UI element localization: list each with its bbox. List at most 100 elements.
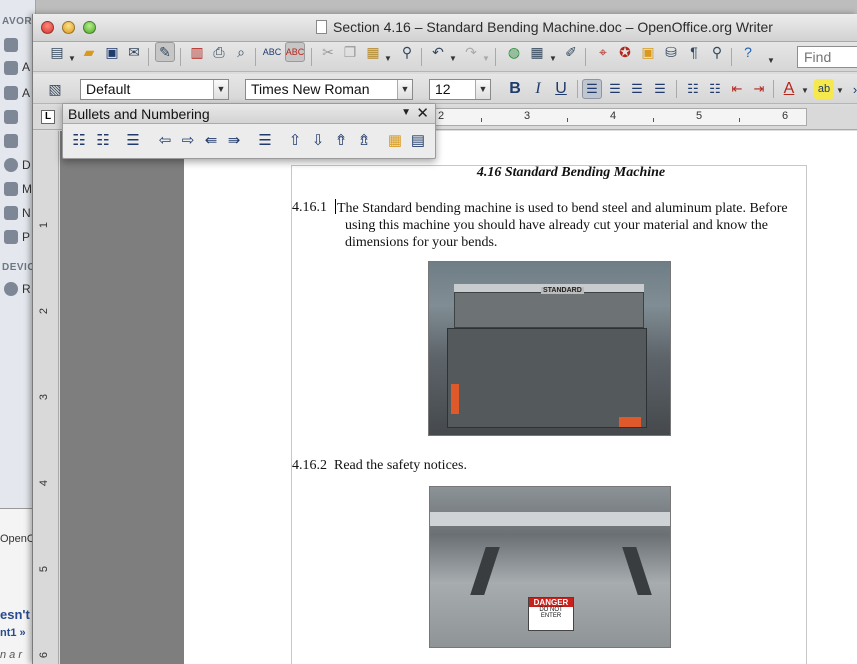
palette-menu-icon[interactable]: ▼ xyxy=(401,107,411,118)
toolbar-options-icon[interactable]: ▼ xyxy=(767,56,775,65)
sidebar-item-icon[interactable] xyxy=(4,110,18,124)
paste-dropdown-icon[interactable]: ▼ xyxy=(384,54,392,63)
title-bar[interactable]: Section 4.16 – Standard Bending Machine.… xyxy=(33,14,857,42)
formatting-toolbar: ▧ Default ▼ Times New Roman ▼ 12 ▼ B I U… xyxy=(33,74,857,104)
move-up-icon[interactable]: ⇧ xyxy=(285,130,305,150)
document-area[interactable]: 4.16 Standard Bending Machine 4.16.1 The… xyxy=(60,131,857,664)
find-replace-icon[interactable]: ⌖ xyxy=(593,42,613,62)
print-preview-icon[interactable]: ⌕ xyxy=(231,42,251,62)
help-icon[interactable]: ? xyxy=(738,42,758,62)
table-icon[interactable]: ▦ xyxy=(527,42,547,62)
move-down-with-subpoints-icon[interactable]: ⇯ xyxy=(354,130,374,150)
bullets-numbering-dialog-icon[interactable]: ▤ xyxy=(408,130,428,150)
close-window-button[interactable] xyxy=(41,21,54,34)
bold-button[interactable]: B xyxy=(505,79,525,99)
list-off-icon[interactable]: ☰ xyxy=(123,130,143,150)
justify-icon[interactable]: ☰ xyxy=(650,79,670,99)
paste-icon[interactable]: ▦ xyxy=(363,42,383,62)
underline-button[interactable]: U xyxy=(551,79,571,99)
cut-icon[interactable]: ✂ xyxy=(318,42,338,62)
paragraph-style-select[interactable]: Default ▼ xyxy=(80,79,229,100)
edit-file-icon[interactable]: ✎ xyxy=(155,42,175,62)
redo-icon[interactable]: ↷ xyxy=(461,42,481,62)
print-icon[interactable]: ⎙ xyxy=(209,42,229,62)
demote-with-subpoints-icon[interactable]: ⇛ xyxy=(224,130,244,150)
zoom-icon[interactable]: ⚲ xyxy=(707,42,727,62)
styles-formatting-icon[interactable]: ▧ xyxy=(45,79,65,99)
movies-icon[interactable] xyxy=(4,182,18,196)
copy-icon[interactable]: ❐ xyxy=(340,42,360,62)
numbering-off-icon[interactable]: ☷ xyxy=(93,130,113,150)
bullets-off-icon[interactable]: ☷ xyxy=(69,130,89,150)
demote-one-level-icon[interactable]: ⇨ xyxy=(178,130,198,150)
align-right-icon[interactable]: ☰ xyxy=(627,79,647,99)
chevron-down-icon[interactable]: ▼ xyxy=(213,80,228,99)
table-dropdown-icon[interactable]: ▼ xyxy=(549,54,557,63)
move-down-icon[interactable]: ⇩ xyxy=(308,130,328,150)
open-folder-icon[interactable]: ▰ xyxy=(79,42,99,62)
email-icon[interactable]: ✉ xyxy=(124,42,144,62)
chevron-down-icon[interactable]: ▼ xyxy=(397,80,412,99)
show-draw-functions-icon[interactable]: ✐ xyxy=(561,42,581,62)
autospellcheck-icon[interactable]: ABC xyxy=(285,42,305,62)
font-color-icon[interactable]: A xyxy=(779,79,799,99)
font-name-select[interactable]: Times New Roman ▼ xyxy=(245,79,413,100)
restart-numbering-icon[interactable]: ▦ xyxy=(385,130,405,150)
minimize-window-button[interactable] xyxy=(62,21,75,34)
highlight-dropdown-icon[interactable]: ▼ xyxy=(836,86,844,95)
gallery-icon[interactable]: ▣ xyxy=(638,42,658,62)
bullets-icon[interactable]: ☷ xyxy=(705,79,725,99)
pictures-icon[interactable] xyxy=(4,230,18,244)
bending-machine-photo[interactable]: STANDARD xyxy=(428,261,671,436)
navigator-icon[interactable]: ✪ xyxy=(615,42,635,62)
sidebar-item-icon[interactable] xyxy=(4,38,18,52)
tab-stop-selector[interactable]: L xyxy=(41,110,55,124)
undo-dropdown-icon[interactable]: ▼ xyxy=(449,54,457,63)
align-center-icon[interactable]: ☰ xyxy=(605,79,625,99)
paragraph-4-16-1[interactable]: 4.16.1 The Standard bending machine is u… xyxy=(292,199,802,251)
vertical-ruler[interactable]: 1 2 3 4 5 6 xyxy=(33,131,59,664)
new-document-icon[interactable]: ▤ xyxy=(47,42,67,62)
decrease-indent-icon[interactable]: ⇤ xyxy=(727,79,747,99)
safety-notice-photo[interactable]: DANGER DO NOT ENTER xyxy=(429,486,671,648)
numbering-icon[interactable]: ☷ xyxy=(683,79,703,99)
undo-icon[interactable]: ↶ xyxy=(428,42,448,62)
paragraph-4-16-2[interactable]: 4.16.2 Read the safety notices. xyxy=(292,457,802,474)
export-pdf-icon[interactable]: ▥ xyxy=(187,42,207,62)
document-page[interactable]: 4.16 Standard Bending Machine 4.16.1 The… xyxy=(184,131,857,664)
clone-formatting-icon[interactable]: ⚲ xyxy=(397,42,417,62)
disk-icon[interactable] xyxy=(4,282,18,296)
music-icon[interactable] xyxy=(4,206,18,220)
find-input[interactable] xyxy=(797,46,857,68)
highlighting-icon[interactable]: ab xyxy=(814,79,834,99)
font-color-dropdown-icon[interactable]: ▼ xyxy=(801,86,809,95)
promote-with-subpoints-icon[interactable]: ⇚ xyxy=(201,130,221,150)
downloads-icon[interactable] xyxy=(4,158,18,172)
spellcheck-icon[interactable]: ABC xyxy=(262,42,282,62)
palette-title-bar[interactable]: Bullets and Numbering ▼ ✕ xyxy=(63,104,435,124)
sidebar-item-icon[interactable] xyxy=(4,134,18,148)
nonprinting-characters-icon[interactable]: ¶ xyxy=(684,42,704,62)
sidebar-item-icon[interactable] xyxy=(4,61,18,75)
ruler-number: 6 xyxy=(782,110,789,122)
promote-one-level-icon[interactable]: ⇦ xyxy=(155,130,175,150)
more-options-icon[interactable]: › xyxy=(845,79,857,99)
italic-button[interactable]: I xyxy=(528,79,548,99)
background-link[interactable]: nt1 » xyxy=(0,627,26,639)
move-up-with-subpoints-icon[interactable]: ⇮ xyxy=(331,130,351,150)
font-size-select[interactable]: 12 ▼ xyxy=(429,79,491,100)
insert-unnumbered-entry-icon[interactable]: ☰ xyxy=(255,130,275,150)
data-sources-icon[interactable]: ⛁ xyxy=(661,42,681,62)
redo-dropdown-icon[interactable]: ▼ xyxy=(482,54,490,63)
save-icon[interactable]: ▣ xyxy=(102,42,122,62)
document-proxy-icon[interactable] xyxy=(316,20,327,34)
hyperlink-icon[interactable]: ◍ xyxy=(504,42,524,62)
sidebar-header-favorites: AVOR xyxy=(2,16,33,27)
sidebar-item-icon[interactable] xyxy=(4,86,18,100)
palette-close-icon[interactable]: ✕ xyxy=(416,104,429,122)
chevron-down-icon[interactable]: ▼ xyxy=(475,80,490,99)
increase-indent-icon[interactable]: ⇥ xyxy=(749,79,769,99)
align-left-icon[interactable]: ☰ xyxy=(582,79,602,99)
zoom-window-button[interactable] xyxy=(83,21,96,34)
new-dropdown-icon[interactable]: ▼ xyxy=(68,54,76,63)
